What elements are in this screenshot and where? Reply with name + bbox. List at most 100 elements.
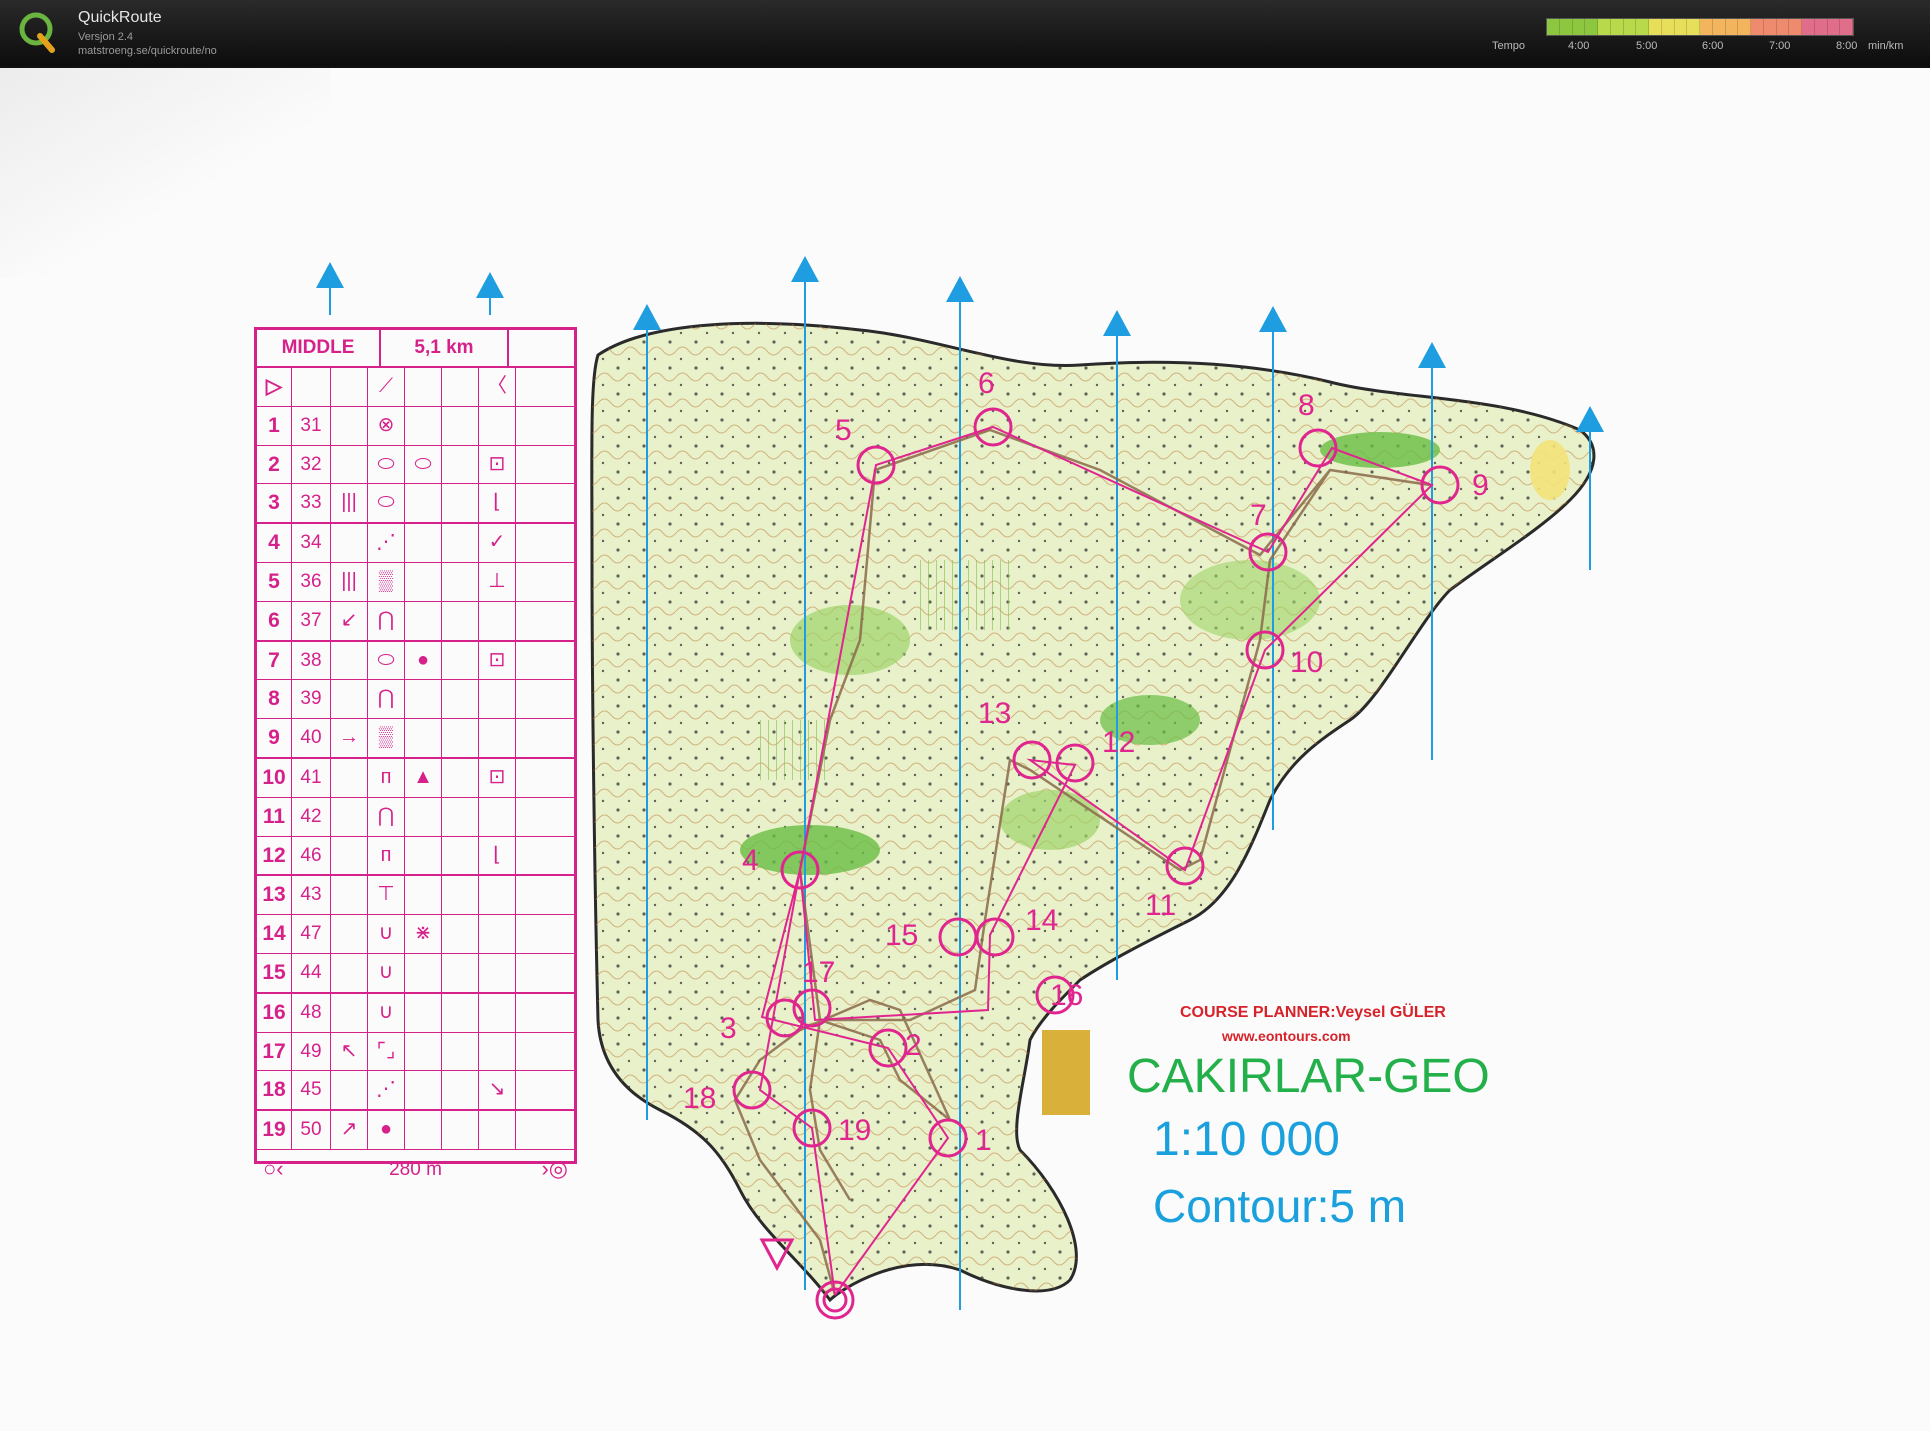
description-row: 18 45 ⋰ ↘ bbox=[257, 1071, 574, 1112]
event-name: MIDDLE bbox=[257, 330, 381, 366]
description-row: 2 32 ⬭ ⬭ ⊡ bbox=[257, 445, 574, 485]
appearance-symbol: ⬭ bbox=[405, 445, 442, 484]
description-row: 3 33 ||| ⬭ ⌊ bbox=[257, 484, 574, 525]
appearance-symbol bbox=[405, 524, 442, 562]
feature-symbol: ⋰ bbox=[368, 524, 405, 562]
dimension-cell bbox=[442, 406, 479, 445]
which-feature-symbol: ↖ bbox=[331, 1032, 368, 1071]
appearance-symbol bbox=[405, 953, 442, 992]
description-row: 13 43 ⊤ bbox=[257, 876, 574, 916]
dimension-cell bbox=[442, 719, 479, 757]
dimension-cell bbox=[442, 876, 479, 915]
appearance-symbol bbox=[405, 1071, 442, 1110]
location-symbol bbox=[479, 915, 516, 953]
feature-symbol: ⋂ bbox=[368, 797, 405, 836]
control-number-19: 19 bbox=[838, 1114, 871, 1147]
control-number-3: 3 bbox=[720, 1012, 737, 1045]
feature-symbol: ᴨ bbox=[368, 758, 405, 797]
dimension-cell bbox=[442, 601, 479, 640]
location-symbol bbox=[479, 797, 516, 836]
location-symbol: ↘ bbox=[479, 1071, 516, 1110]
control-code: 43 bbox=[292, 876, 331, 915]
feature-symbol: ⊤ bbox=[368, 876, 405, 915]
appearance-symbol bbox=[405, 719, 442, 757]
description-row: 17 49 ↖ ⌜⌟ bbox=[257, 1032, 574, 1072]
control-code: 44 bbox=[292, 953, 331, 992]
control-seq-number: 19 bbox=[257, 1111, 292, 1149]
course-planner: COURSE PLANNER:Veysel GÜLER bbox=[1180, 1004, 1446, 1021]
control-code: 46 bbox=[292, 836, 331, 875]
map-scale: 1:10 000 bbox=[1153, 1113, 1340, 1166]
dimension-cell bbox=[442, 1111, 479, 1149]
feature-symbol: ⬭ bbox=[368, 641, 405, 680]
feature-symbol: ⋂ bbox=[368, 601, 405, 640]
appearance-symbol bbox=[405, 836, 442, 875]
map-title: CAKIRLAR-GEO bbox=[1127, 1050, 1490, 1103]
which-feature-symbol bbox=[331, 797, 368, 836]
control-number-13: 13 bbox=[978, 697, 1011, 730]
dimension-cell bbox=[442, 1071, 479, 1110]
control-number-17: 17 bbox=[802, 956, 835, 989]
dimension-cell bbox=[442, 993, 479, 1032]
description-row: 6 37 ↙ ⋂ bbox=[257, 601, 574, 642]
control-code: 34 bbox=[292, 524, 331, 562]
other-cell bbox=[516, 876, 552, 914]
feature-symbol: ⌜⌟ bbox=[368, 1032, 405, 1071]
location-symbol: ⊡ bbox=[479, 758, 516, 797]
control-code: 37 bbox=[292, 601, 331, 640]
dimension-cell bbox=[442, 524, 479, 562]
control-code: 31 bbox=[292, 406, 331, 445]
description-row: 4 34 ⋰ ✓ bbox=[257, 524, 574, 563]
control-seq-number: 2 bbox=[257, 445, 292, 484]
location-symbol bbox=[479, 993, 516, 1032]
which-feature-symbol bbox=[331, 406, 368, 445]
control-code: 45 bbox=[292, 1071, 331, 1110]
control-number-15: 15 bbox=[885, 919, 918, 952]
control-number-11: 11 bbox=[1145, 889, 1176, 922]
appearance-symbol bbox=[405, 562, 442, 601]
control-code: 40 bbox=[292, 719, 331, 757]
control-seq-number: 16 bbox=[257, 993, 292, 1032]
finish-row: ○‹ 280 m ›◎ bbox=[257, 1150, 574, 1190]
other-cell bbox=[516, 1033, 552, 1071]
location-symbol bbox=[479, 876, 516, 915]
control-seq-number: 6 bbox=[257, 601, 292, 640]
control-code: 48 bbox=[292, 993, 331, 1032]
dimension-cell bbox=[442, 836, 479, 875]
description-row: 15 44 ∪ bbox=[257, 953, 574, 994]
which-feature-symbol bbox=[331, 758, 368, 797]
control-seq-number: 12 bbox=[257, 836, 292, 875]
course-length: 5,1 km bbox=[381, 330, 509, 366]
dimension-cell bbox=[442, 1032, 479, 1071]
which-feature-symbol bbox=[331, 1071, 368, 1110]
appearance-symbol bbox=[405, 601, 442, 640]
other-cell bbox=[516, 446, 552, 484]
contour-interval: Contour:5 m bbox=[1153, 1180, 1407, 1232]
feature-symbol: ▒ bbox=[368, 719, 405, 757]
description-row: 11 42 ⋂ bbox=[257, 797, 574, 837]
control-number-12: 12 bbox=[1102, 726, 1135, 759]
control-seq-number: 7 bbox=[257, 641, 292, 680]
control-seq-number: 8 bbox=[257, 680, 292, 719]
control-number-18: 18 bbox=[683, 1082, 716, 1115]
description-row: 19 50 ↗ ● bbox=[257, 1111, 574, 1150]
start-direction: 〈 bbox=[479, 368, 516, 406]
description-row: 16 48 ∪ bbox=[257, 993, 574, 1033]
which-feature-symbol bbox=[331, 836, 368, 875]
control-number-7: 7 bbox=[1250, 499, 1267, 532]
control-seq-number: 14 bbox=[257, 915, 292, 953]
appearance-symbol: ● bbox=[405, 641, 442, 680]
appearance-symbol bbox=[405, 406, 442, 445]
which-feature-symbol bbox=[331, 915, 368, 953]
control-seq-number: 9 bbox=[257, 719, 292, 757]
feature-symbol: ⋂ bbox=[368, 680, 405, 719]
start-triangle-icon: ▷ bbox=[257, 368, 292, 406]
control-number-4: 4 bbox=[742, 844, 759, 877]
control-code: 33 bbox=[292, 484, 331, 523]
control-code: 50 bbox=[292, 1111, 331, 1149]
control-seq-number: 3 bbox=[257, 484, 292, 523]
control-seq-number: 15 bbox=[257, 953, 292, 992]
dimension-cell bbox=[442, 445, 479, 484]
control-number-6: 6 bbox=[978, 367, 995, 400]
other-cell bbox=[516, 484, 552, 522]
